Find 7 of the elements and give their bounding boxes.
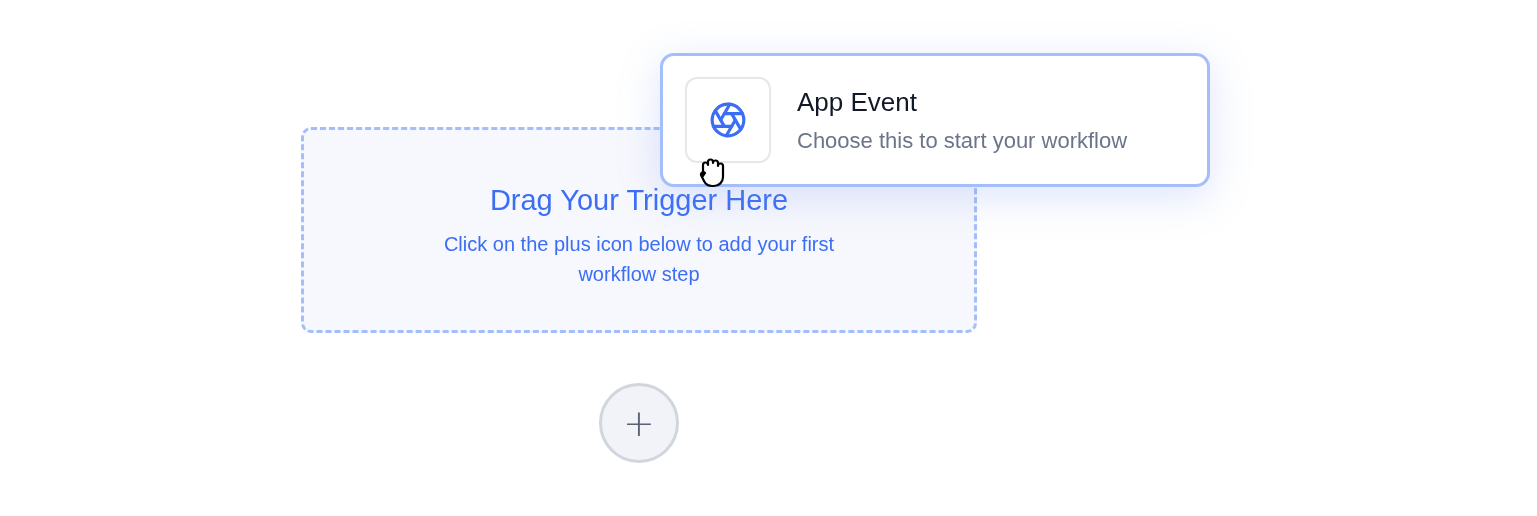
app-event-card[interactable]: App Event Choose this to start your workflow: [660, 53, 1210, 187]
drop-zone-description: Click on the plus icon below to add your first workflow step: [442, 232, 836, 287]
card-description: Choose this to start your workflow: [797, 127, 1128, 154]
add-step-button[interactable]: +: [599, 383, 679, 463]
card-title: App Event: [797, 86, 918, 118]
aperture-icon: [709, 101, 747, 139]
drop-zone-title: Drag Your Trigger Here: [489, 184, 789, 217]
